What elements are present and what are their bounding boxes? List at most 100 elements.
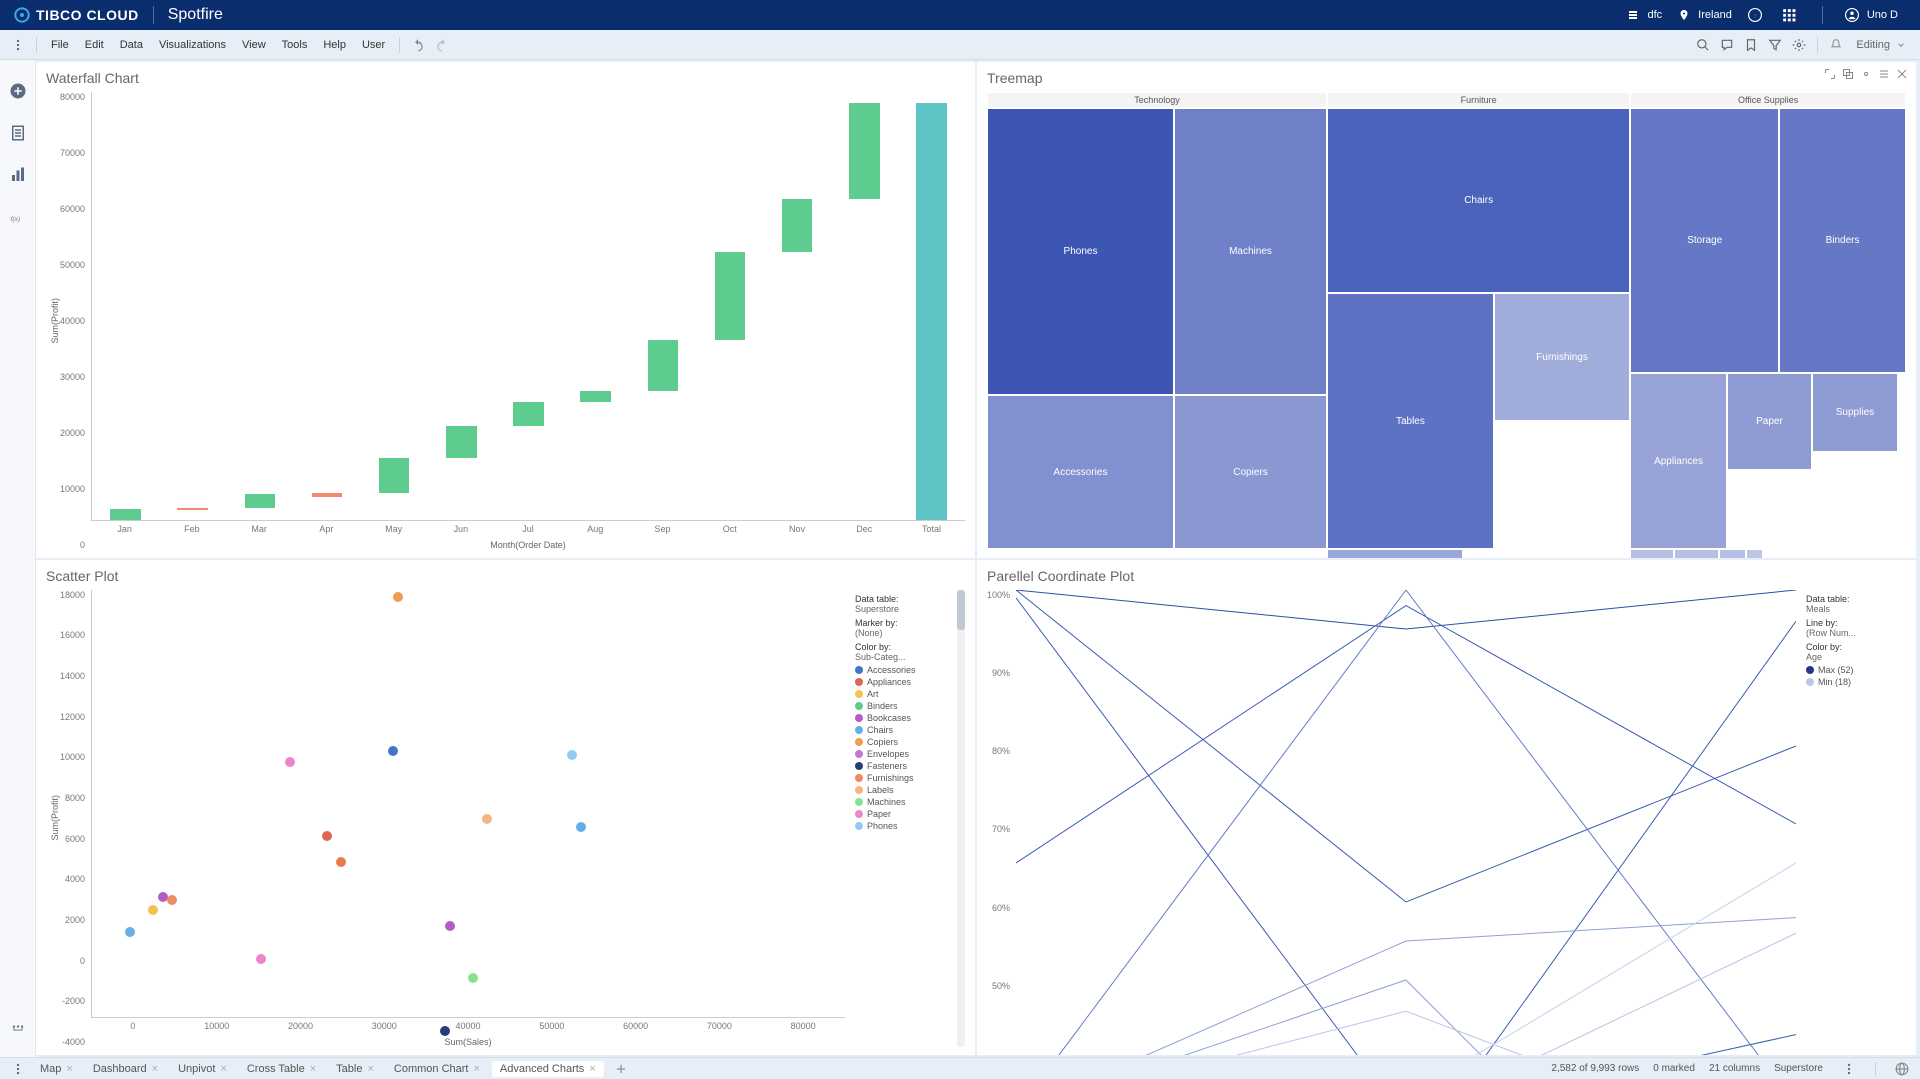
legend-scrollbar[interactable] (957, 590, 965, 1048)
search-icon[interactable] (1696, 38, 1710, 52)
tab-close-icon[interactable]: × (367, 1063, 373, 1075)
more-vert-icon[interactable] (1842, 1062, 1856, 1076)
treemap-cell[interactable]: Chairs (1327, 108, 1630, 293)
legend-item[interactable]: Accessories (855, 665, 955, 675)
waterfall-bar[interactable] (782, 199, 813, 252)
tab-unpivot[interactable]: Unpivot× (170, 1061, 235, 1077)
bookmark-icon[interactable] (1744, 38, 1758, 52)
treemap-cell[interactable]: Paper (1727, 373, 1812, 470)
redo-icon[interactable] (435, 38, 449, 52)
comment-icon[interactable] (1720, 38, 1734, 52)
scatter-point[interactable] (256, 954, 266, 964)
waterfall-bar[interactable] (379, 458, 410, 493)
bar-chart-icon[interactable] (9, 166, 27, 184)
scatter-point[interactable] (148, 905, 158, 915)
menu-data[interactable]: Data (112, 35, 151, 55)
treemap-cell[interactable]: Labels (1719, 549, 1747, 557)
waterfall-bar[interactable] (849, 103, 880, 199)
legend-item[interactable]: Bookcases (855, 713, 955, 723)
waterfall-bar[interactable] (513, 402, 544, 426)
treemap-cell[interactable]: Fa (1746, 549, 1763, 557)
waterfall-bar[interactable] (916, 103, 947, 520)
scatter-point[interactable] (285, 757, 295, 767)
treemap-group-header[interactable]: Office Supplies (1630, 92, 1906, 108)
tab-close-icon[interactable]: × (589, 1063, 595, 1075)
treemap-body[interactable]: PhonesMachinesAccessoriesCopiersChairsTa… (987, 108, 1906, 550)
function-icon[interactable]: f(x) (9, 208, 27, 226)
treemap-cell[interactable]: Appliances (1630, 373, 1726, 550)
legend-item[interactable]: Binders (855, 701, 955, 711)
document-icon[interactable] (9, 124, 27, 142)
scatter-point[interactable] (440, 1026, 450, 1036)
legend-item[interactable]: Chairs (855, 725, 955, 735)
treemap-cell[interactable]: Art (1630, 549, 1674, 557)
scatter-point[interactable] (567, 750, 577, 760)
menu-file[interactable]: File (43, 35, 77, 55)
brand-logo[interactable]: TIBCO CLOUD (14, 7, 139, 23)
treemap-cell[interactable]: Phones (987, 108, 1174, 395)
tab-close-icon[interactable]: × (310, 1063, 316, 1075)
tab-close-icon[interactable]: × (473, 1063, 479, 1075)
legend-item[interactable]: Art (855, 689, 955, 699)
waterfall-bar[interactable] (177, 508, 208, 510)
scatter-point[interactable] (167, 895, 177, 905)
treemap-cell[interactable]: Tables (1327, 293, 1494, 549)
tab-table[interactable]: Table× (328, 1061, 382, 1077)
treemap-group-header[interactable]: Technology (987, 92, 1327, 108)
waterfall-bar[interactable] (110, 509, 141, 520)
legend-item[interactable]: Phones (855, 821, 955, 831)
filter-icon[interactable] (1768, 38, 1782, 52)
tab-advanced-charts[interactable]: Advanced Charts× (492, 1061, 604, 1077)
waterfall-bar[interactable] (715, 252, 746, 340)
location-selector[interactable]: Ireland (1670, 9, 1740, 21)
menu-tools[interactable]: Tools (274, 35, 316, 55)
user-menu[interactable]: Uno D (1837, 8, 1906, 22)
legend-item[interactable]: Labels (855, 785, 955, 795)
waterfall-plot[interactable] (91, 92, 965, 521)
treemap-cell[interactable]: Supplies (1812, 373, 1897, 452)
tab-dashboard[interactable]: Dashboard× (85, 1061, 166, 1077)
waterfall-bar[interactable] (245, 494, 276, 508)
treemap-cell[interactable]: Accessories (987, 395, 1174, 550)
treemap-cell[interactable]: Machines (1174, 108, 1327, 395)
duplicate-icon[interactable] (1842, 68, 1854, 80)
treemap-cell[interactable]: Copiers (1174, 395, 1327, 550)
legend-item[interactable]: Machines (855, 797, 955, 807)
treemap-cell[interactable]: Storage (1630, 108, 1779, 373)
tab-common-chart[interactable]: Common Chart× (386, 1061, 488, 1077)
waterfall-bar[interactable] (648, 340, 679, 391)
treemap-cell[interactable]: Furnishings (1494, 293, 1630, 421)
more-vert-icon[interactable] (11, 38, 25, 52)
bell-icon[interactable] (1829, 38, 1843, 52)
menu-edit[interactable]: Edit (77, 35, 112, 55)
waterfall-bar[interactable] (580, 391, 611, 402)
scatter-point[interactable] (336, 857, 346, 867)
scatter-point[interactable] (576, 822, 586, 832)
treemap-group-header[interactable]: Furniture (1327, 92, 1630, 108)
legend-item[interactable]: Appliances (855, 677, 955, 687)
menu-help[interactable]: Help (315, 35, 354, 55)
waterfall-bar[interactable] (446, 426, 477, 458)
close-icon[interactable] (1896, 68, 1908, 80)
list-icon[interactable] (1878, 68, 1890, 80)
scatter-plot[interactable] (91, 590, 845, 1019)
scatter-point[interactable] (322, 831, 332, 841)
scatter-point[interactable] (125, 927, 135, 937)
legend-item[interactable]: Fasteners (855, 761, 955, 771)
database-selector[interactable]: dfc (1619, 9, 1670, 21)
treemap-cell[interactable]: Binders (1779, 108, 1906, 373)
mode-selector[interactable]: Editing (1848, 35, 1914, 55)
tab-close-icon[interactable]: × (66, 1063, 72, 1075)
legend-item[interactable]: Envelopes (855, 749, 955, 759)
scatter-point[interactable] (388, 746, 398, 756)
add-tab-icon[interactable] (614, 1062, 628, 1076)
globe-icon[interactable] (1895, 1062, 1909, 1076)
tab-map[interactable]: Map× (32, 1061, 81, 1077)
scatter-point[interactable] (393, 592, 403, 602)
menu-view[interactable]: View (234, 35, 274, 55)
legend-item[interactable]: Copiers (855, 737, 955, 747)
app-switcher[interactable] (1774, 8, 1808, 22)
treemap-cell[interactable]: Envelopes (1674, 549, 1718, 557)
gear-icon[interactable] (1792, 38, 1806, 52)
treemap-cell[interactable]: Bookcases (1327, 549, 1463, 557)
